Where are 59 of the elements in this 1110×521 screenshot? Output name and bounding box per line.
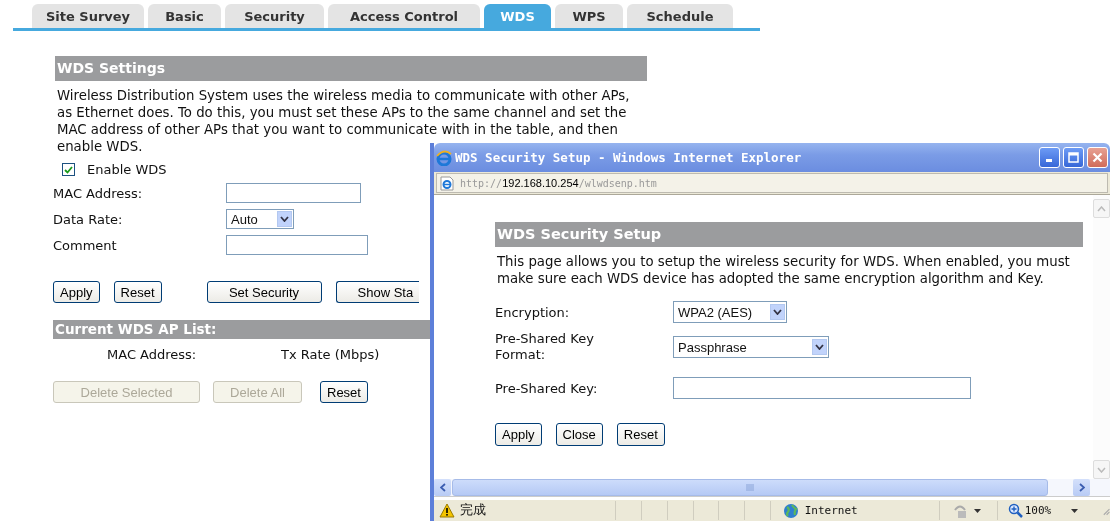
zone-text: Internet <box>804 504 858 517</box>
checkbox[interactable] <box>62 163 75 176</box>
field-label: Encryption: <box>495 304 571 320</box>
field-label: Comment <box>53 237 118 253</box>
field-label: MAC Address: <box>53 185 144 201</box>
page-icon <box>440 175 454 191</box>
caret-icon <box>974 508 982 513</box>
status-text: 完成 <box>460 502 486 519</box>
button[interactable]: Close <box>555 423 603 446</box>
tab[interactable]: Site Survey <box>32 4 144 28</box>
field-label: Pre-Shared Key: <box>495 380 599 396</box>
scrollbar[interactable] <box>434 479 1110 497</box>
button[interactable]: Reset <box>113 281 162 303</box>
button[interactable]: Apply <box>53 281 100 303</box>
url-text: http://192.168.10.254/wlwdsenp.htm <box>460 177 657 189</box>
button[interactable]: Reset <box>320 381 368 403</box>
field-label: Data Rate: <box>53 211 124 227</box>
column-header: Tx Rate (Mbps) <box>281 347 380 362</box>
button: Delete Selected <box>53 381 200 403</box>
browser-icon <box>436 149 452 166</box>
input-field[interactable] <box>226 183 361 203</box>
grip-icon <box>745 484 755 491</box>
button[interactable]: Set Security <box>206 281 322 303</box>
maximize-button[interactable] <box>1063 147 1084 168</box>
dropdown[interactable]: Auto <box>226 209 294 229</box>
tab[interactable]: Schedule <box>627 4 733 28</box>
tab[interactable]: Basic <box>148 4 221 28</box>
check-icon <box>64 165 73 174</box>
input-field[interactable] <box>226 235 368 255</box>
globe-icon <box>782 502 799 519</box>
warning-icon <box>439 503 455 518</box>
zoom-icon <box>1007 503 1023 518</box>
address-field[interactable]: http://192.168.10.254/wlwdsenp.htm <box>436 173 1108 193</box>
close-button[interactable] <box>1087 147 1108 168</box>
window-title: WDS Security Setup - Windows Internet Explorer <box>455 150 803 165</box>
dropdown[interactable]: Passphrase <box>673 336 829 358</box>
scroll-down-icon <box>1097 466 1106 473</box>
scroll-up-icon <box>1097 205 1106 212</box>
button[interactable]: Show Sta <box>335 281 419 303</box>
dropdown[interactable]: WPA2 (AES) <box>673 301 787 323</box>
maximize-icon <box>1068 152 1079 163</box>
close-icon <box>1092 152 1103 163</box>
tab[interactable]: Access Control <box>328 4 480 28</box>
caret-icon <box>1071 508 1079 513</box>
scroll-right-icon <box>1078 483 1085 492</box>
button: Delete All <box>213 381 302 403</box>
button[interactable]: Reset <box>616 423 665 446</box>
section-header: WDS Settings <box>55 56 647 81</box>
input-field[interactable] <box>673 377 971 399</box>
zoom-button[interactable]: 100% <box>997 501 1101 520</box>
checkbox-label: Enable WDS <box>87 162 167 177</box>
minimize-button[interactable] <box>1039 147 1060 168</box>
scroll-left-icon <box>439 483 446 492</box>
button[interactable]: Apply <box>495 423 542 446</box>
section-header: WDS Security Setup <box>495 222 1083 247</box>
tab[interactable]: WPS <box>555 4 623 28</box>
column-header: MAC Address: <box>107 347 198 362</box>
description-text: This page allows you to setup the wireless security for WDS. When enabled, you must make sure each WDS device has adopted the same encryption algorithm and Key. <box>497 253 1071 287</box>
tab[interactable]: Security <box>225 4 324 28</box>
